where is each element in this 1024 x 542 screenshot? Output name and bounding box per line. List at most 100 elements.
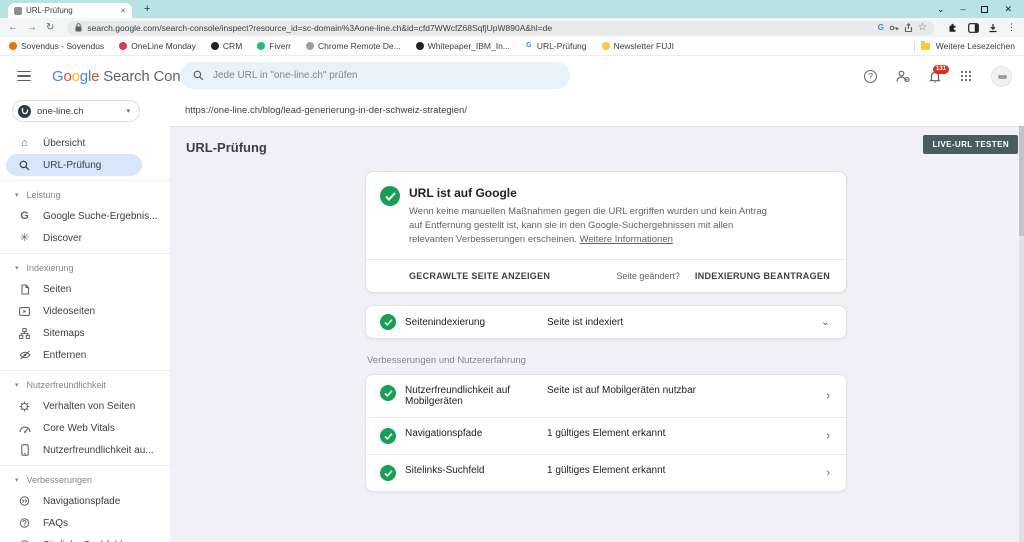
url-inspection-search-input[interactable]: Jede URL in "one-line.ch" prüfen [180,62,570,89]
tab-favicon-icon [14,6,22,15]
sidebar-item-nutzerfreundlichkeit-mobil[interactable]: Nutzerfreundlichkeit au... [0,439,170,461]
chevron-right-icon: › [826,466,830,479]
sidebar-item-core-web-vitals[interactable]: Core Web Vitals [0,417,170,439]
browser-menu-icon[interactable]: ⋮ [1007,22,1016,33]
bookmark-favicon [210,42,219,50]
google-account-icon[interactable]: G [878,23,884,32]
lock-icon [75,23,82,32]
account-settings-icon[interactable] [896,70,910,83]
chevron-down-icon: ▾ [15,477,19,484]
bookmark-item[interactable]: OneLine Monday [119,41,196,51]
discover-icon: ✳ [19,231,30,244]
learn-more-link[interactable]: Weitere Informationen [580,234,673,245]
property-name: one-line.ch [37,105,84,117]
home-icon: ⌂ [21,136,28,149]
bookmark-item[interactable]: Whitepaper_IBM_In... [415,41,510,51]
bookmark-item[interactable]: G URL-Prüfung [525,41,586,51]
app-header: Google Search Console Jede URL in "one-li… [0,56,1024,96]
bookmark-item[interactable]: Sovendus - Sovendus [9,41,104,51]
help-icon[interactable]: ? [864,69,877,83]
live-url-test-button[interactable]: LIVE-URL TESTEN [923,135,1018,154]
password-key-icon[interactable] [889,23,899,33]
sidebar-item-faqs[interactable]: FAQs [0,512,170,534]
search-placeholder: Jede URL in "one-line.ch" prüfen [213,70,358,81]
chevron-down-icon: ▾ [15,192,19,199]
bookmark-star-icon[interactable]: ☆ [918,22,927,33]
result-title: URL ist auf Google [409,186,517,200]
browser-tab[interactable]: URL-Prüfung ✕ [8,3,132,18]
success-check-icon [380,186,400,206]
sidebar-section-leistung[interactable]: ▾ Leistung [0,185,170,205]
bookmark-item[interactable]: Newsletter FUJI [601,41,674,51]
bookmarks-bar: Sovendus - Sovendus OneLine Monday CRM F… [0,37,1024,56]
apps-grid-icon[interactable] [960,70,972,82]
reload-button[interactable]: ↻ [46,22,54,33]
view-crawled-page-button[interactable]: GECRAWLTE SEITE ANZEIGEN [409,271,550,281]
sidebar-section-verbesserungen[interactable]: ▾ Verbesserungen [0,470,170,490]
sidebar-item-navigationspfade[interactable]: Navigationspfade [0,490,170,512]
sidebar-section-nutzerfreundlichkeit[interactable]: ▾ Nutzerfreundlichkeit [0,375,170,395]
bookmark-item[interactable]: Fiverr [257,41,291,51]
window-minimize-button[interactable]: – [960,4,965,14]
new-tab-button[interactable]: + [144,2,150,16]
success-check-icon [380,314,396,330]
download-icon[interactable] [988,23,998,33]
notifications-bell-icon[interactable]: 131 [929,64,950,83]
window-close-button[interactable]: ✕ [1004,4,1012,15]
avatar[interactable] [991,65,1012,87]
chevron-down-icon: ▾ [126,108,130,115]
address-bar[interactable]: search.google.com/search-console/inspect… [67,20,935,35]
sidebar-item-uebersicht[interactable]: ⌂ Übersicht [0,132,170,154]
window-chevron-icon[interactable]: ⌄ [937,4,945,15]
bookmark-favicon [119,42,128,50]
check-row-sitelinks-searchbox[interactable]: Sitelinks-Suchfeld 1 gültiges Element er… [366,454,846,491]
share-icon[interactable] [904,22,913,33]
sidebar-item-google-suche-ergebnisse[interactable]: G Google Suche-Ergebnis... [0,205,170,227]
page-indexing-row[interactable]: Seitenindexierung Seite ist indexiert ⌄ [365,305,847,339]
forward-button[interactable]: → [27,22,37,33]
side-panel-icon[interactable] [968,22,979,33]
sidebar-divider [0,465,170,466]
video-icon [18,306,31,316]
eye-off-icon [18,350,31,360]
indexing-status: Seite ist indexiert [547,316,624,328]
page-changed-label: Seite geändert? [616,271,680,281]
bookmark-favicon: G [526,42,532,49]
page-title: URL-Prüfung [186,140,267,155]
bookmark-favicon [9,42,17,50]
scrollbar-thumb[interactable] [1019,126,1024,236]
bookmark-item[interactable]: Chrome Remote De... [306,41,401,51]
speedometer-icon [18,424,31,433]
result-description: Wenn keine manuellen Maßnahmen gegen die… [409,206,767,245]
check-row-mobile-usability[interactable]: Nutzerfreundlichkeit auf Mobilgeräten Se… [366,375,846,417]
sidebar-section-indexierung[interactable]: ▾ Indexierung [0,258,170,278]
url-result-card: URL ist auf Google Wenn keine manuellen … [365,171,847,293]
google-g-icon: G [20,209,29,222]
success-check-icon [380,465,396,481]
property-selector[interactable]: one-line.ch ▾ [12,100,140,122]
sidebar-item-sitemaps[interactable]: Sitemaps [0,322,170,344]
window-restore-button[interactable] [981,5,989,13]
scrollbar[interactable] [1019,126,1024,542]
sidebar-divider [0,180,170,181]
notification-count-badge: 131 [933,64,950,74]
sidebar-item-verhalten-von-seiten[interactable]: Verhalten von Seiten [0,395,170,417]
chevron-down-icon: ▾ [15,265,19,272]
sidebar-item-discover[interactable]: ✳ Discover [0,227,170,249]
sidebar-item-url-pruefung[interactable]: URL-Prüfung [6,154,142,176]
back-button[interactable]: ← [8,22,18,33]
bookmark-item[interactable]: CRM [210,41,242,51]
more-bookmarks-button[interactable]: Weitere Lesezeichen [913,40,1015,52]
sidebar-item-videoseiten[interactable]: Videoseiten [0,300,170,322]
sidebar-item-seiten[interactable]: Seiten [0,278,170,300]
success-check-icon [380,385,396,401]
hamburger-menu-icon[interactable] [17,70,31,82]
request-indexing-button[interactable]: INDEXIERUNG BEANTRAGEN [695,271,830,281]
sidebar-item-sitelinks-suchfeld[interactable]: Sitelinks-Suchfeld [0,534,170,542]
sidebar-item-entfernen[interactable]: Entfernen [0,344,170,366]
page-experience-icon [18,401,31,412]
check-row-breadcrumbs[interactable]: Navigationspfade 1 gültiges Element erka… [366,417,846,454]
enhancements-card: Nutzerfreundlichkeit auf Mobilgeräten Se… [365,374,847,492]
tab-close-icon[interactable]: ✕ [120,7,126,15]
extensions-puzzle-icon[interactable] [948,22,959,33]
